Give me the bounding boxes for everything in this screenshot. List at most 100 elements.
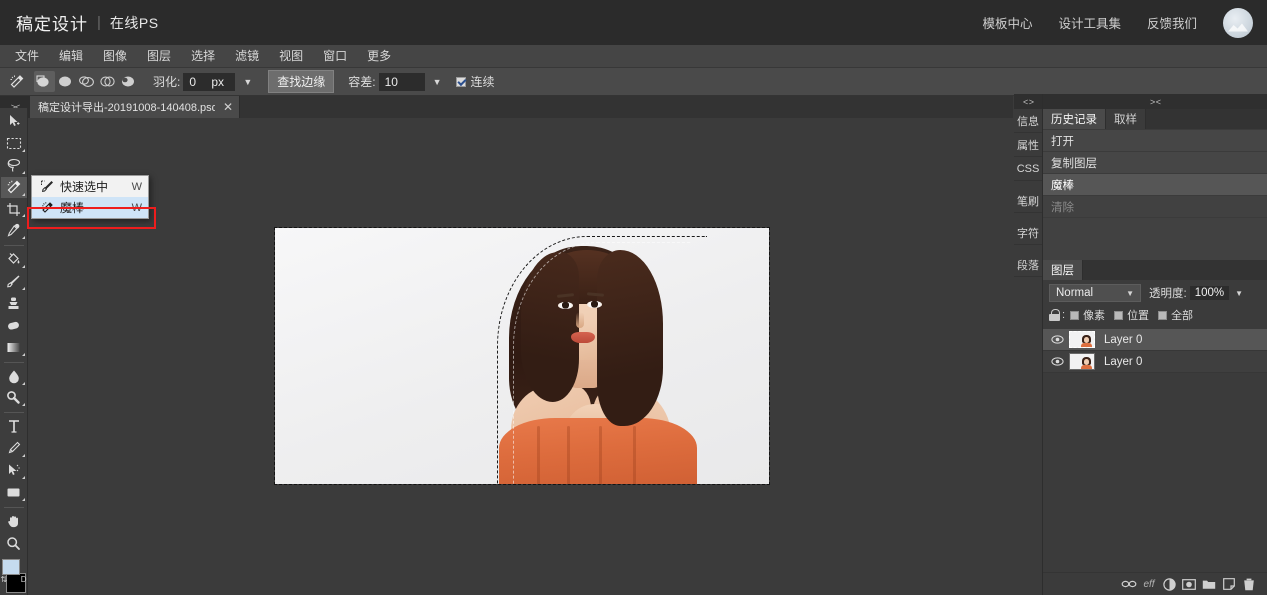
brand-logo[interactable]: 稿定设计 | 在线PS — [16, 10, 159, 35]
thumb-shirt — [1081, 343, 1092, 347]
opacity-label: 透明度: — [1149, 288, 1187, 300]
swap-colors-icon[interactable]: ⇅ — [1, 575, 8, 584]
menu-item-image[interactable]: 图像 — [93, 45, 137, 67]
magic-wand-tool[interactable] — [0, 176, 27, 198]
menu-item-file[interactable]: 文件 — [5, 45, 49, 67]
document-tab[interactable]: 稿定设计导出-20191008-140408.psd ✕ — [30, 96, 240, 118]
lock-all-checkbox[interactable]: 全部 — [1158, 307, 1193, 323]
contiguous-checkbox[interactable]: 连续 — [455, 73, 495, 90]
new-layer-icon[interactable] — [1219, 578, 1239, 590]
expand-arrows-icon[interactable]: < > — [1014, 94, 1042, 109]
hand-tool[interactable] — [1, 511, 27, 532]
move-tool[interactable] — [1, 111, 27, 132]
gradient-tool[interactable] — [1, 337, 27, 358]
magic-wand-icon[interactable] — [4, 74, 30, 90]
feather-input[interactable]: 0 — [183, 72, 210, 91]
blend-mode-select[interactable]: Normal ▼ — [1049, 284, 1141, 302]
tab-history[interactable]: 历史记录 — [1043, 109, 1106, 129]
menu-item-view[interactable]: 视图 — [269, 45, 313, 67]
menu-item-window[interactable]: 窗口 — [313, 45, 357, 67]
opacity-dropdown-icon[interactable]: ▼ — [1235, 289, 1243, 298]
menu-item-edit[interactable]: 编辑 — [49, 45, 93, 67]
tools-panel: ⇅ D — [0, 108, 28, 595]
rail-tab-paragraph[interactable]: 段落 — [1014, 253, 1042, 277]
selection-mode-new[interactable] — [34, 71, 55, 92]
nav-design-tools[interactable]: 设计工具集 — [1058, 13, 1121, 32]
lasso-tool[interactable] — [1, 155, 27, 176]
history-item-magic-wand[interactable]: 魔棒 — [1043, 174, 1267, 195]
pen-tool[interactable] — [1, 438, 27, 459]
menu-item-filter[interactable]: 滤镜 — [225, 45, 269, 67]
eraser-tool[interactable] — [1, 315, 27, 336]
stamp-tool[interactable] — [1, 293, 27, 314]
flyout-item-quick-selection[interactable]: 快速选中 W — [32, 176, 148, 197]
brush-tool[interactable] — [1, 271, 27, 292]
adjustment-layer-icon[interactable] — [1159, 577, 1179, 591]
nav-template-center[interactable]: 模板中心 — [982, 13, 1032, 32]
history-item-duplicate-layer[interactable]: 复制图层 — [1043, 152, 1267, 173]
layer-row[interactable]: Layer 0 — [1043, 329, 1267, 351]
default-colors-icon[interactable]: D — [21, 575, 27, 584]
menu-item-more[interactable]: 更多 — [357, 45, 401, 67]
foreground-color-swatch[interactable] — [1, 558, 20, 575]
rail-tab-info[interactable]: 信息 — [1014, 109, 1042, 133]
tool-flyout-menu[interactable]: 快速选中 W 魔棒 W — [31, 175, 149, 219]
feather-dropdown-icon[interactable]: ▼ — [243, 77, 252, 87]
close-icon[interactable]: ✕ — [223, 100, 233, 114]
dodge-tool[interactable] — [1, 388, 27, 409]
tool-divider — [3, 412, 24, 414]
tolerance-input[interactable]: 10 — [378, 72, 425, 91]
path-select-tool[interactable] — [1, 460, 27, 481]
tab-sampling[interactable]: 取样 — [1106, 109, 1146, 129]
shape-tool[interactable] — [1, 482, 27, 503]
crop-tool[interactable] — [1, 199, 27, 220]
menu-item-layer[interactable]: 图层 — [137, 45, 181, 67]
eyedropper-tool[interactable] — [1, 220, 27, 241]
selection-mode-group — [34, 71, 139, 92]
zoom-tool[interactable] — [1, 533, 27, 554]
rail-tab-properties[interactable]: 属性 — [1014, 133, 1042, 157]
delete-layer-icon[interactable] — [1239, 578, 1259, 591]
layer-thumb-content — [1081, 357, 1092, 369]
link-layers-icon[interactable] — [1119, 579, 1139, 589]
color-swatches[interactable]: ⇅ D — [1, 558, 27, 595]
type-tool[interactable] — [1, 416, 27, 437]
blur-tool[interactable] — [1, 366, 27, 387]
tab-layers[interactable]: 图层 — [1043, 260, 1083, 280]
selection-mode-subtract[interactable] — [76, 71, 97, 92]
rail-tab-character[interactable]: 字符 — [1014, 221, 1042, 245]
document-canvas[interactable] — [274, 227, 770, 485]
nav-feedback[interactable]: 反馈我们 — [1147, 13, 1197, 32]
lock-icon — [1049, 309, 1060, 321]
tool-divider — [3, 506, 24, 508]
history-item-open[interactable]: 打开 — [1043, 130, 1267, 151]
paint-bucket-tool[interactable] — [1, 249, 27, 270]
rail-tab-css[interactable]: CSS — [1014, 157, 1042, 181]
left-eye — [558, 302, 573, 309]
layer-effects-icon[interactable]: eff — [1139, 579, 1159, 590]
find-edges-button[interactable]: 查找边缘 — [268, 70, 335, 93]
new-group-icon[interactable] — [1199, 579, 1219, 590]
marquee-tool[interactable] — [1, 133, 27, 154]
selection-mode-add[interactable] — [55, 71, 76, 92]
layer-row[interactable]: Layer 0 — [1043, 351, 1267, 373]
flyout-shortcut: W — [131, 201, 142, 214]
eye-icon[interactable] — [1049, 357, 1065, 366]
history-item-clear[interactable]: 清除 — [1043, 196, 1267, 217]
canvas-area[interactable] — [28, 118, 1013, 595]
menu-item-select[interactable]: 选择 — [181, 45, 225, 67]
flyout-item-magic-wand[interactable]: 魔棒 W — [32, 197, 148, 218]
collapse-arrows-icon[interactable]: > < — [1043, 94, 1267, 109]
lock-pixels-checkbox[interactable]: 像素 — [1070, 307, 1105, 323]
tolerance-dropdown-icon[interactable]: ▼ — [433, 77, 442, 87]
eye-icon[interactable] — [1049, 335, 1065, 344]
opacity-input[interactable]: 100% — [1189, 286, 1230, 300]
layer-mask-icon[interactable] — [1179, 578, 1199, 590]
user-avatar-icon[interactable] — [1223, 7, 1253, 38]
tool-expand-corner-icon — [21, 381, 25, 385]
selection-mode-exclude[interactable] — [118, 71, 139, 92]
rail-tab-brush[interactable]: 笔刷 — [1014, 189, 1042, 213]
lock-position-checkbox[interactable]: 位置 — [1114, 307, 1149, 323]
selection-mode-intersect[interactable] — [97, 71, 118, 92]
checkbox-icon — [1158, 310, 1168, 320]
